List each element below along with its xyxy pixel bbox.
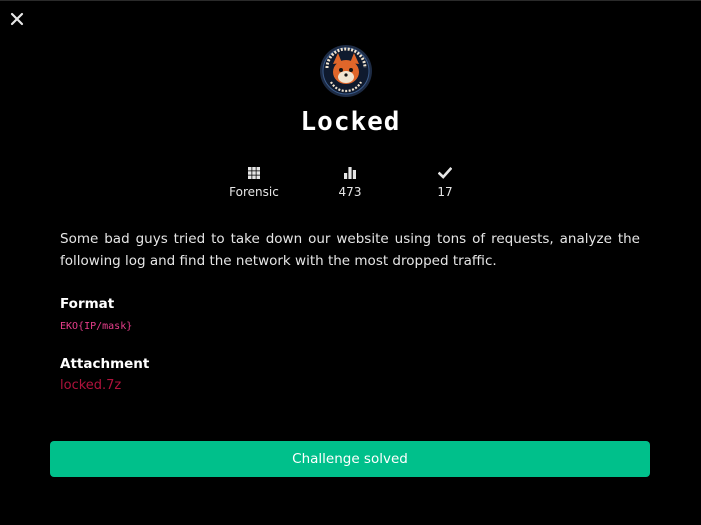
challenge-solved-button[interactable]: Challenge solved — [50, 441, 650, 477]
challenge-description: Some bad guys tried to take down our web… — [60, 231, 640, 269]
challenge-stats: Forensic 473 17 — [0, 165, 701, 205]
flag-format-value: EKO{IP/mask} — [60, 321, 133, 332]
stat-solves-value: 17 — [437, 185, 453, 199]
format-label: Format — [60, 296, 115, 312]
stat-category-value: Forensic — [229, 185, 279, 199]
bar-chart-icon — [343, 165, 357, 179]
challenge-modal: Locked Forensic 473 17 Some bad guys tri… — [0, 0, 701, 525]
stat-points-value: 473 — [338, 185, 362, 199]
attachment-label: Attachment — [60, 356, 150, 372]
stat-category: Forensic — [214, 165, 294, 199]
close-icon[interactable] — [9, 11, 25, 27]
grid-icon — [247, 165, 261, 179]
event-logo — [319, 44, 373, 98]
check-icon — [437, 165, 453, 179]
stat-points: 473 — [310, 165, 390, 199]
attachment-link[interactable]: locked.7z — [60, 378, 121, 393]
stat-solves: 17 — [405, 165, 485, 199]
challenge-title: Locked — [300, 107, 401, 137]
